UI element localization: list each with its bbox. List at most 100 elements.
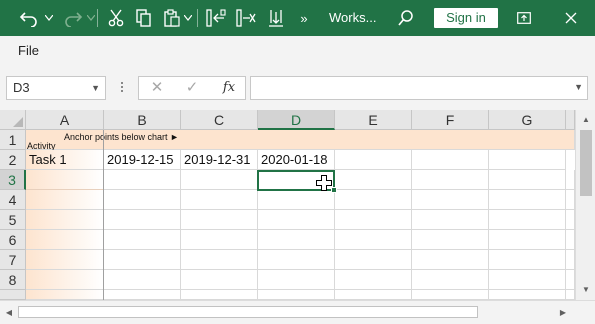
- cell-a3[interactable]: [26, 170, 104, 190]
- row-header-7[interactable]: 7: [0, 250, 26, 270]
- cell-b7[interactable]: [104, 250, 181, 270]
- cell-f4[interactable]: [412, 190, 489, 210]
- cut-icon[interactable]: [104, 0, 128, 36]
- column-header-partial[interactable]: [566, 110, 575, 130]
- cell-b4[interactable]: [104, 190, 181, 210]
- cell-c4[interactable]: [181, 190, 258, 210]
- redo-dropdown-icon[interactable]: [86, 0, 96, 36]
- column-header-b[interactable]: B: [104, 110, 181, 130]
- cell-b5[interactable]: [104, 210, 181, 230]
- worksheet-grid[interactable]: A B C D E F G 1 2 3 4 5 6 7 8 Activity A…: [0, 110, 595, 300]
- cell-h4[interactable]: [566, 190, 575, 210]
- column-header-g[interactable]: G: [489, 110, 566, 130]
- row-header-partial[interactable]: [0, 290, 26, 300]
- cell-g7[interactable]: [489, 250, 566, 270]
- formula-input[interactable]: ▼: [250, 76, 588, 100]
- cell-c7[interactable]: [181, 250, 258, 270]
- cell-f3[interactable]: [412, 170, 489, 190]
- copy-icon[interactable]: [132, 0, 156, 36]
- row-header-8[interactable]: 8: [0, 270, 26, 290]
- cell-d2[interactable]: 2020-01-18: [258, 150, 335, 170]
- cell-d7[interactable]: [258, 250, 335, 270]
- insert-columns-icon[interactable]: [204, 0, 228, 36]
- cell-e9[interactable]: [335, 290, 412, 300]
- cell-h5[interactable]: [566, 210, 575, 230]
- cell-f2[interactable]: [412, 150, 489, 170]
- cell-e7[interactable]: [335, 250, 412, 270]
- vertical-scroll-thumb[interactable]: [580, 130, 592, 196]
- cell-f7[interactable]: [412, 250, 489, 270]
- cell-e3[interactable]: [335, 170, 412, 190]
- scroll-down-icon[interactable]: ▼: [576, 282, 595, 298]
- cell-d5[interactable]: [258, 210, 335, 230]
- cell-e4[interactable]: [335, 190, 412, 210]
- row-header-4[interactable]: 4: [0, 190, 26, 210]
- undo-icon[interactable]: [16, 0, 44, 36]
- undo-dropdown-icon[interactable]: [44, 0, 54, 36]
- cell-a9[interactable]: [26, 290, 104, 300]
- row-header-1[interactable]: 1: [0, 130, 26, 150]
- column-header-a[interactable]: A: [26, 110, 104, 130]
- column-header-c[interactable]: C: [181, 110, 258, 130]
- restore-window-icon[interactable]: [512, 0, 536, 36]
- cell-d6[interactable]: [258, 230, 335, 250]
- cell-e8[interactable]: [335, 270, 412, 290]
- scroll-right-icon[interactable]: ▶: [556, 305, 570, 321]
- cell-g6[interactable]: [489, 230, 566, 250]
- row-header-2[interactable]: 2: [0, 150, 26, 170]
- cell-h3[interactable]: [566, 170, 575, 190]
- cell-f5[interactable]: [412, 210, 489, 230]
- cell-e6[interactable]: [335, 230, 412, 250]
- cell-b8[interactable]: [104, 270, 181, 290]
- close-icon[interactable]: [559, 0, 583, 36]
- cell-h7[interactable]: [566, 250, 575, 270]
- row-header-5[interactable]: 5: [0, 210, 26, 230]
- cell-a2[interactable]: Task 1: [26, 150, 104, 170]
- cell-g9[interactable]: [489, 290, 566, 300]
- cell-a4[interactable]: [26, 190, 104, 210]
- cell-c3[interactable]: [181, 170, 258, 190]
- cell-h8[interactable]: [566, 270, 575, 290]
- scroll-left-icon[interactable]: ◀: [2, 305, 16, 321]
- enter-icon[interactable]: ✓: [180, 77, 204, 99]
- cell-g2[interactable]: [489, 150, 566, 170]
- redo-icon[interactable]: [58, 0, 86, 36]
- cell-b6[interactable]: [104, 230, 181, 250]
- search-icon[interactable]: [394, 0, 418, 36]
- cell-h9[interactable]: [566, 290, 575, 300]
- cell-d8[interactable]: [258, 270, 335, 290]
- cell-c2[interactable]: 2019-12-31: [181, 150, 258, 170]
- cell-a6[interactable]: [26, 230, 104, 250]
- paste-dropdown-icon[interactable]: [183, 0, 193, 36]
- more-commands-icon[interactable]: »: [294, 0, 314, 36]
- cell-g3[interactable]: [489, 170, 566, 190]
- cell-b3[interactable]: [104, 170, 181, 190]
- cell-g4[interactable]: [489, 190, 566, 210]
- cell-d9[interactable]: [258, 290, 335, 300]
- cell-e2[interactable]: [335, 150, 412, 170]
- delete-columns-icon[interactable]: [234, 0, 258, 36]
- freeze-panes-icon[interactable]: [264, 0, 288, 36]
- insert-function-icon[interactable]: fx: [217, 77, 241, 99]
- cell-g8[interactable]: [489, 270, 566, 290]
- cell-c5[interactable]: [181, 210, 258, 230]
- formula-bar-grip[interactable]: [120, 80, 124, 96]
- cell-c6[interactable]: [181, 230, 258, 250]
- cell-a5[interactable]: [26, 210, 104, 230]
- column-header-f[interactable]: F: [412, 110, 489, 130]
- chevron-down-icon[interactable]: ▼: [91, 77, 100, 99]
- cell-e5[interactable]: [335, 210, 412, 230]
- name-box[interactable]: D3 ▼: [6, 76, 106, 100]
- paste-icon[interactable]: [160, 0, 184, 36]
- vertical-scrollbar[interactable]: ▲ ▼: [575, 110, 595, 300]
- cell-b9[interactable]: [104, 290, 181, 300]
- column-header-e[interactable]: E: [335, 110, 412, 130]
- cell-f9[interactable]: [412, 290, 489, 300]
- cell-g5[interactable]: [489, 210, 566, 230]
- cell-h6[interactable]: [566, 230, 575, 250]
- cell-f6[interactable]: [412, 230, 489, 250]
- sign-in-button[interactable]: Sign in: [434, 8, 498, 28]
- cancel-icon[interactable]: ✕: [145, 77, 169, 99]
- cell-f8[interactable]: [412, 270, 489, 290]
- row-header-3[interactable]: 3: [0, 170, 26, 190]
